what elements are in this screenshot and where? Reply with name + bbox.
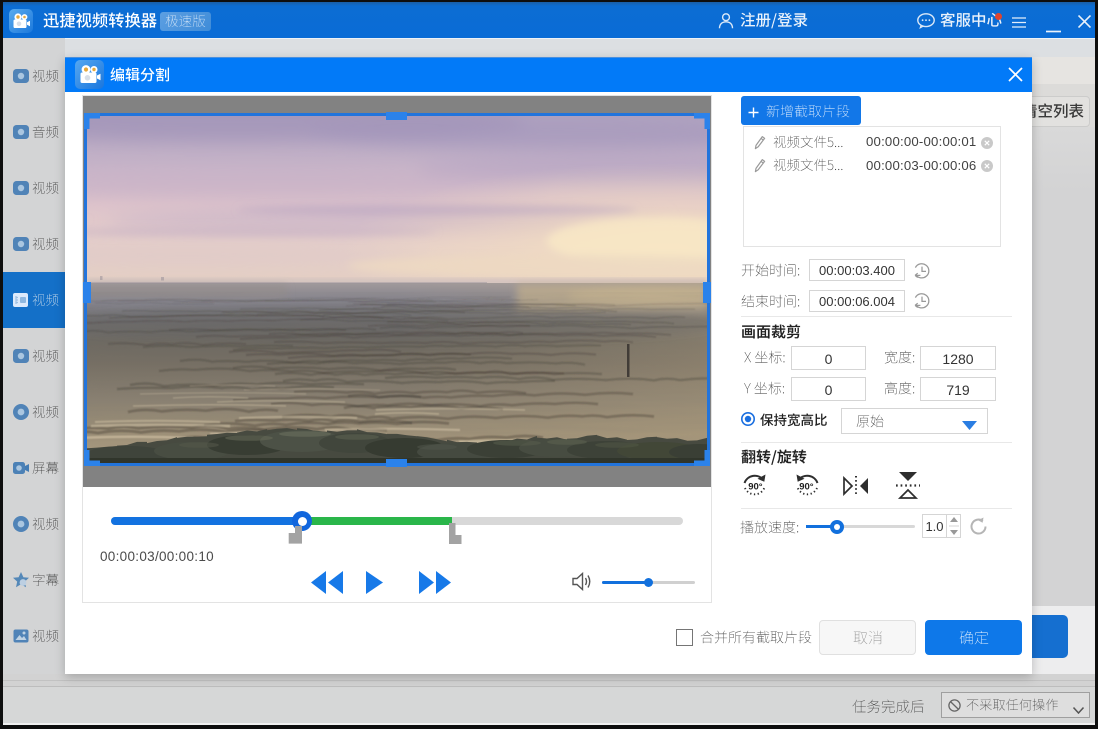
svg-text:90°: 90° [799, 482, 814, 493]
svg-text:90°: 90° [748, 482, 763, 493]
